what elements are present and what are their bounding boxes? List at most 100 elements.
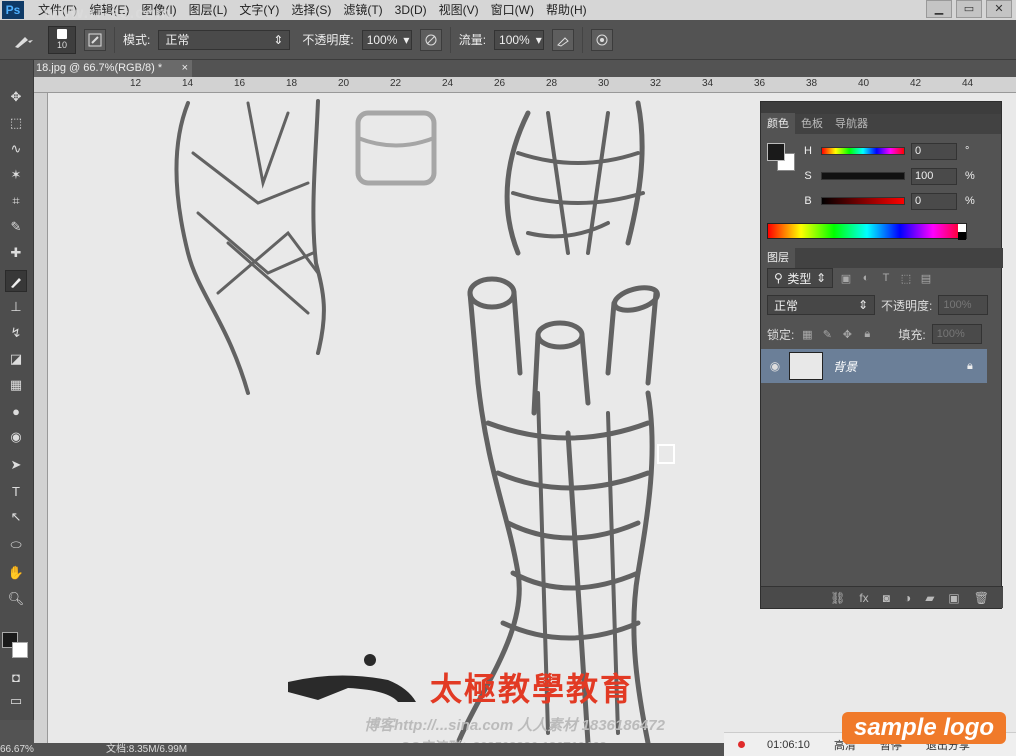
black-white-ramp[interactable] xyxy=(958,224,966,240)
brush-icon xyxy=(15,36,33,48)
smart-object-filter-icon[interactable]: ▤ xyxy=(919,271,933,285)
brush-tool-icon[interactable] xyxy=(5,270,27,292)
hue-label: H xyxy=(804,145,812,157)
ruler-tick: 44 xyxy=(962,78,974,89)
trash-icon[interactable]: 🗑︎ xyxy=(974,591,989,605)
layer-kind-value: 类型 xyxy=(787,271,812,286)
tab-color[interactable]: 颜色 xyxy=(761,113,795,134)
lock-pixels-icon[interactable]: ✎ xyxy=(820,327,834,341)
maximize-button[interactable]: ▭ xyxy=(956,0,982,18)
document-tab[interactable]: 18.jpg @ 66.7%(RGB/8) * × xyxy=(34,60,192,77)
background-color-swatch[interactable] xyxy=(12,642,28,658)
group-icon[interactable]: ▰ xyxy=(925,591,934,605)
color-row-b: B 0 % xyxy=(761,191,1003,211)
move-tool-icon[interactable]: ✥ xyxy=(5,86,27,108)
path-selection-tool-icon[interactable]: ➤ xyxy=(5,454,27,476)
minimize-button[interactable]: ▁ xyxy=(926,0,952,18)
color-spectrum-bar[interactable] xyxy=(767,223,967,240)
marquee-tool-icon[interactable]: ⬚ xyxy=(5,112,27,134)
new-layer-icon[interactable]: ▣ xyxy=(948,591,959,605)
pressure-size-toggle[interactable] xyxy=(591,28,614,51)
ruler-tick: 12 xyxy=(130,78,142,89)
lasso-tool-icon[interactable]: ∿ xyxy=(5,138,27,160)
zoom-level[interactable]: 66.67% xyxy=(0,743,34,756)
fill-input[interactable]: 100% xyxy=(931,324,982,344)
clone-stamp-tool-icon[interactable]: ⊥ xyxy=(5,296,27,318)
chevron-updown-icon: ⇕ xyxy=(815,271,826,285)
tab-navigator[interactable]: 导航器 xyxy=(829,113,874,134)
type-filter-icon[interactable]: T xyxy=(879,271,893,285)
magic-wand-tool-icon[interactable]: ✶ xyxy=(5,164,27,186)
sample-logo: sample logo xyxy=(842,712,1006,744)
mask-icon[interactable]: ◙ xyxy=(883,591,890,605)
fx-icon[interactable]: fx xyxy=(859,591,868,605)
layer-kind-filter[interactable]: ⚲ 类型 ⇕ xyxy=(767,268,833,288)
layer-opacity-input[interactable]: 100% xyxy=(938,295,989,315)
saturation-slider[interactable] xyxy=(821,172,905,180)
eye-icon[interactable]: ◉ xyxy=(761,359,789,373)
brush-panel-toggle[interactable] xyxy=(84,28,106,51)
tab-layers[interactable]: 图层 xyxy=(761,247,795,268)
menu-help[interactable]: 帮助(H) xyxy=(540,0,593,20)
layer-name[interactable]: 背景 xyxy=(833,358,967,375)
history-brush-tool-icon[interactable]: ↯ xyxy=(5,322,27,344)
ruler-tick: 24 xyxy=(442,78,454,89)
healing-brush-tool-icon[interactable]: ✚ xyxy=(5,242,27,264)
hand-tool-icon[interactable]: ✋ xyxy=(5,562,27,584)
hue-unit: ° xyxy=(965,145,970,157)
pressure-opacity-toggle[interactable] xyxy=(419,28,442,51)
brightness-slider[interactable] xyxy=(821,197,905,205)
saturation-input[interactable]: 100 xyxy=(911,167,957,185)
eyedropper-tool-icon[interactable]: ✎ xyxy=(5,216,27,238)
crop-tool-icon[interactable]: ⌗ xyxy=(5,190,27,212)
link-icon[interactable]: ⛓ xyxy=(830,591,845,605)
blend-mode-select[interactable]: 正常 ⇕ xyxy=(767,295,875,315)
pixel-filter-icon[interactable]: ▣ xyxy=(839,271,853,285)
brightness-input[interactable]: 0 xyxy=(911,192,957,210)
hue-input[interactable]: 0 xyxy=(911,142,957,160)
brush-size-picker[interactable]: 10 xyxy=(48,25,76,54)
airbrush-toggle[interactable] xyxy=(552,28,575,51)
mode-select[interactable]: 正常 ⇕ xyxy=(158,29,291,50)
lock-transparency-icon[interactable]: ▦ xyxy=(800,327,814,341)
screen-mode-icon[interactable]: ▭ xyxy=(5,690,27,712)
quick-mask-icon[interactable]: ◘ xyxy=(5,666,27,688)
ellipse-tool-icon[interactable]: ⬭ xyxy=(5,534,27,556)
tab-swatches[interactable]: 色板 xyxy=(795,113,829,134)
menu-layer[interactable]: 图层(L) xyxy=(183,0,234,20)
foreground-color-swatch[interactable] xyxy=(767,143,785,161)
eraser-tool-icon[interactable]: ◪ xyxy=(5,348,27,370)
lock-all-icon[interactable]: 🔒︎ xyxy=(860,327,874,341)
layer-row[interactable]: ◉ 背景 🔒︎ xyxy=(761,349,987,383)
opacity-value: 100% xyxy=(366,32,398,47)
opacity-input[interactable]: 100% ▾ xyxy=(361,29,412,50)
direct-selection-tool-icon[interactable]: ↖ xyxy=(5,506,27,528)
gradient-tool-icon[interactable]: ▦ xyxy=(5,374,27,396)
close-button[interactable]: ✕ xyxy=(986,0,1012,18)
menu-select[interactable]: 选择(S) xyxy=(285,0,337,20)
menu-filter[interactable]: 滤镜(T) xyxy=(337,0,388,20)
saturation-unit: % xyxy=(965,170,975,182)
menu-window[interactable]: 窗口(W) xyxy=(485,0,540,20)
hue-slider[interactable] xyxy=(821,147,905,155)
adjustment-icon[interactable]: ◑ xyxy=(904,591,911,605)
shape-filter-icon[interactable]: ⬚ xyxy=(899,271,913,285)
menu-type[interactable]: 文字(Y) xyxy=(233,0,285,20)
tool-preset-picker[interactable] xyxy=(8,27,40,53)
ruler-tick: 30 xyxy=(598,78,610,89)
brush-icon xyxy=(11,278,21,288)
type-tool-icon[interactable]: T xyxy=(5,480,27,502)
document-size: 文档:8.35M/6.99M xyxy=(106,744,188,755)
blend-mode-value: 正常 xyxy=(774,298,799,313)
flow-input[interactable]: 100% ▾ xyxy=(494,29,545,50)
blur-tool-icon[interactable]: ● xyxy=(5,400,27,422)
menu-3d[interactable]: 3D(D) xyxy=(389,0,433,20)
close-tab-icon[interactable]: × xyxy=(182,60,188,77)
dodge-tool-icon[interactable]: ◉ xyxy=(5,426,27,448)
menu-view[interactable]: 视图(V) xyxy=(433,0,485,20)
ruler-tick: 38 xyxy=(806,78,818,89)
ruler-tick: 14 xyxy=(182,78,194,89)
zoom-tool-icon[interactable]: 🔍︎ xyxy=(5,588,27,610)
lock-position-icon[interactable]: ✥ xyxy=(840,327,854,341)
adjustment-filter-icon[interactable]: ◐ xyxy=(859,271,873,285)
